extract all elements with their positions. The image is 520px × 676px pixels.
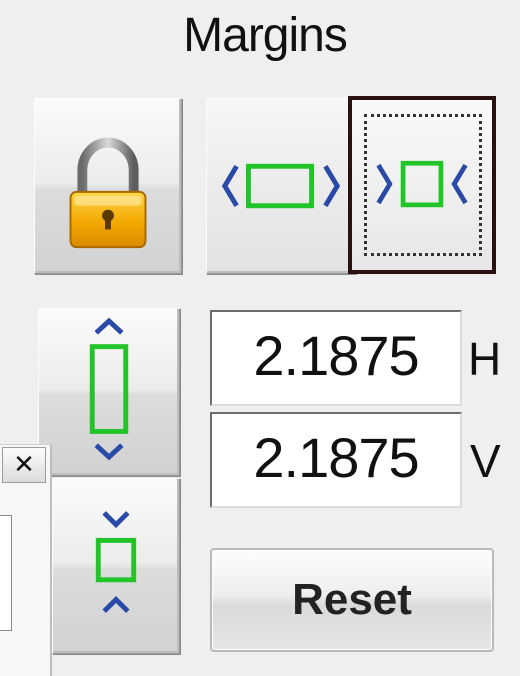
horizontal-axis-label: H (468, 333, 502, 385)
expand-horizontal-icon (221, 163, 341, 209)
vertical-margin-field[interactable]: 2.1875 (210, 412, 462, 508)
expand-vertical-margins-button[interactable] (38, 308, 180, 476)
reset-button[interactable]: Reset (210, 548, 494, 652)
close-icon[interactable]: ✕ (2, 447, 46, 483)
shrink-horizontal-margins-button[interactable] (348, 96, 496, 274)
shrink-vertical-icon (95, 511, 137, 614)
side-window-field[interactable] (0, 515, 12, 631)
expand-vertical-icon (89, 317, 129, 461)
side-window: ✕ (0, 444, 52, 676)
lock-icon (69, 137, 147, 249)
horizontal-margin-field[interactable]: 2.1875 (210, 310, 462, 406)
shrink-horizontal-icon (376, 160, 468, 208)
shrink-vertical-margins-button[interactable] (52, 478, 180, 654)
lock-margins-button[interactable] (34, 98, 182, 274)
margins-panel: Margins 2.1875 H 2.1875 V Reset ✕ (0, 0, 520, 676)
vertical-axis-label: V (470, 435, 501, 487)
panel-title: Margins (183, 9, 348, 62)
expand-horizontal-margins-button[interactable] (206, 98, 356, 274)
